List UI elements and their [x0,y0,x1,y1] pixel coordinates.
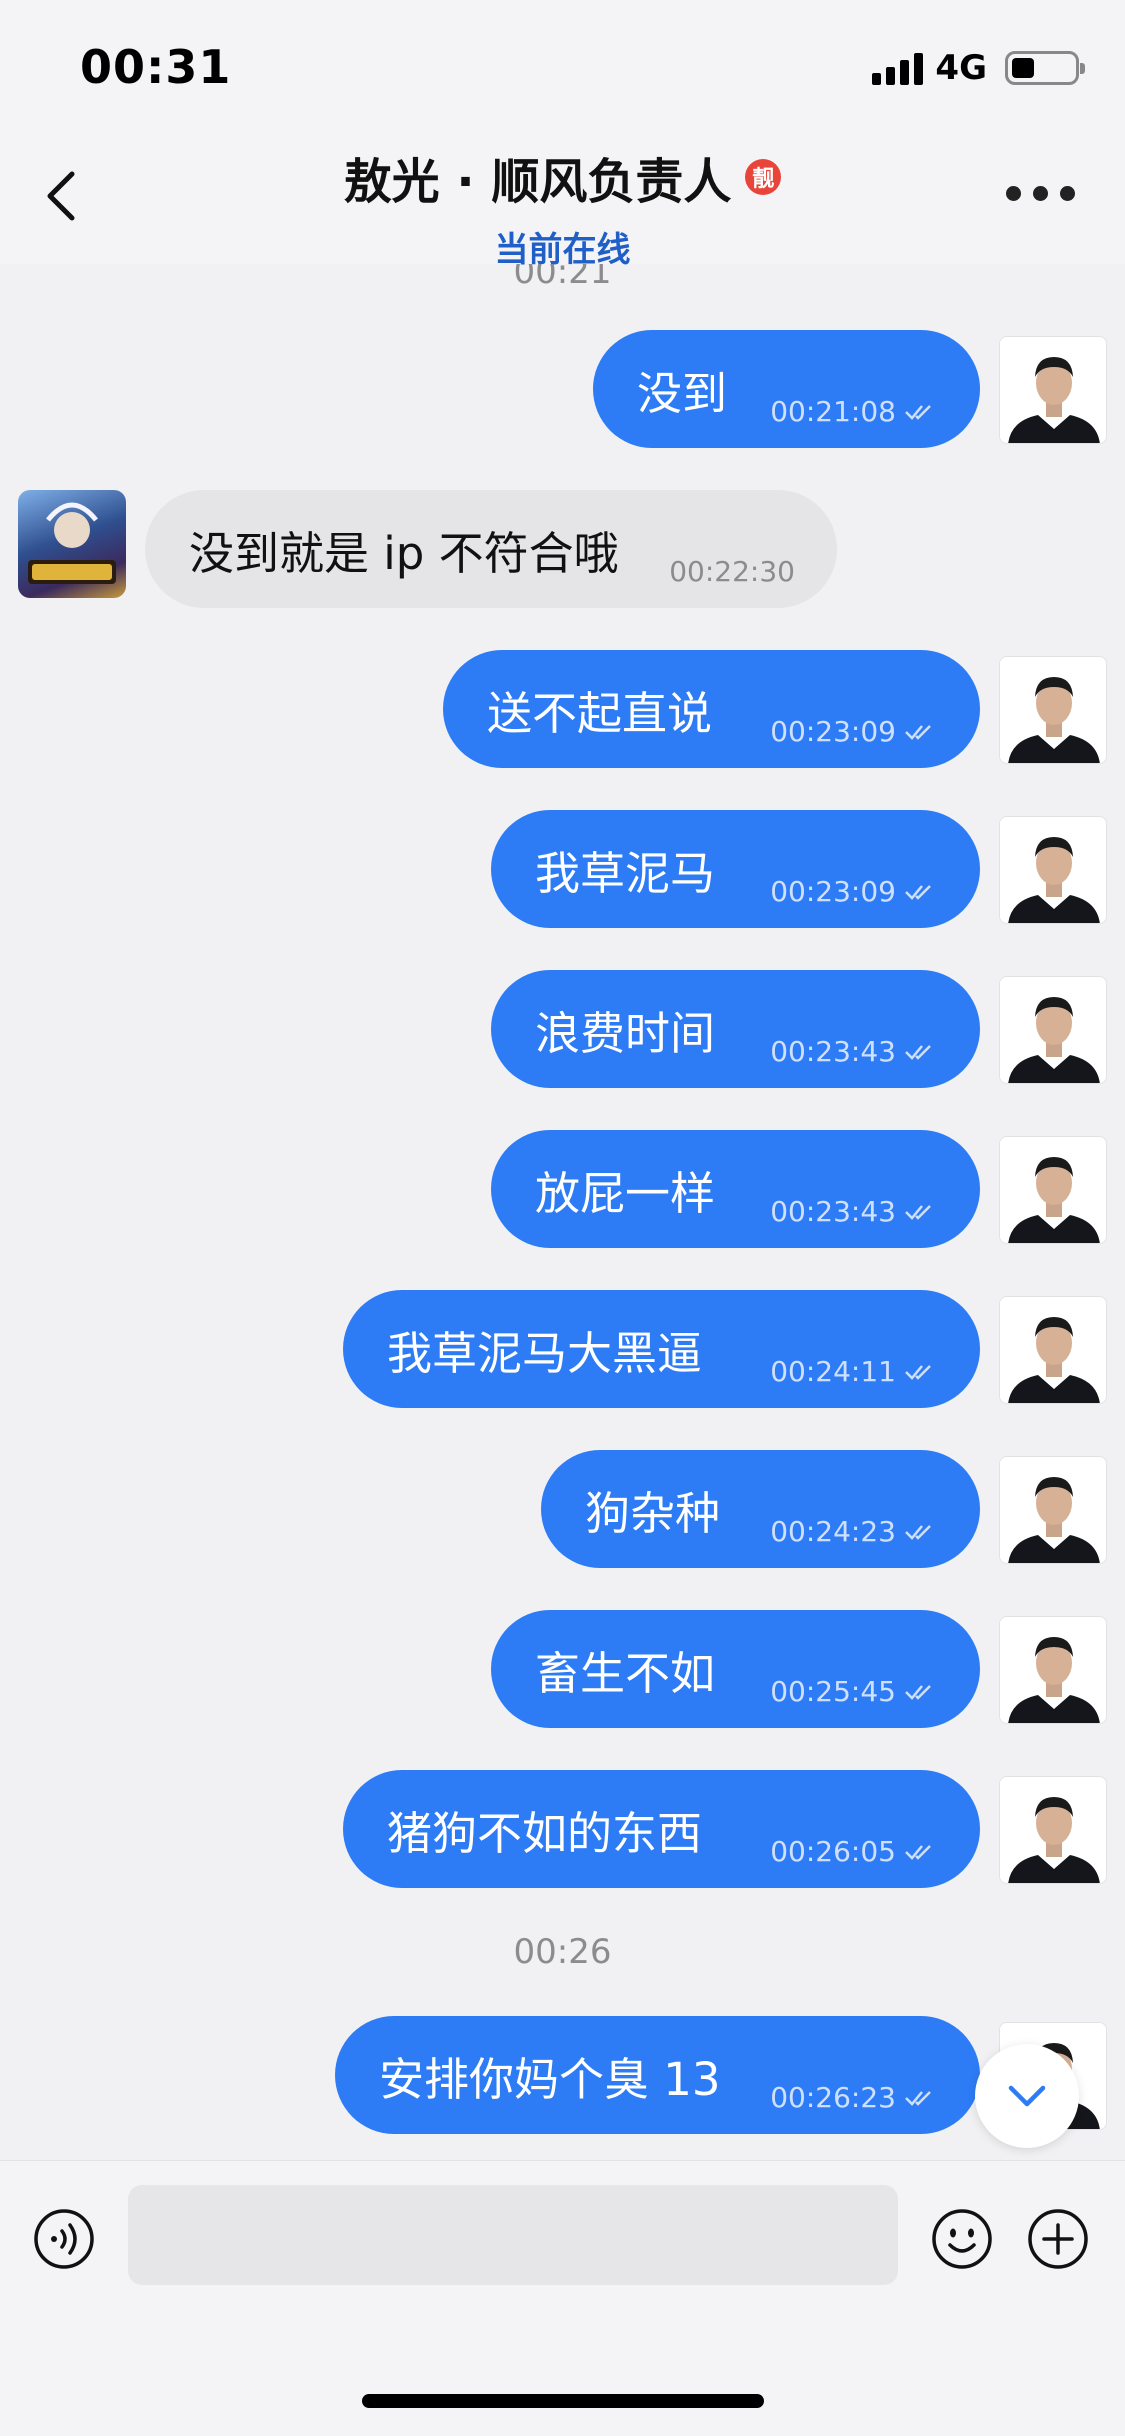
message-bubble-out[interactable]: 安排你妈个臭 13 00:26:23 [335,2016,980,2134]
message-time: 00:23:09 [770,875,896,908]
double-check-icon [905,724,931,740]
message-time: 00:23:09 [770,715,896,748]
double-check-icon [905,1044,931,1060]
double-check-icon [905,1524,931,1540]
message-text: 安排你妈个臭 13 [379,2052,721,2106]
message-time: 00:21:08 [770,395,896,428]
chevron-down-icon [1008,2085,1046,2107]
double-check-icon [905,1204,931,1220]
status-bar: 00:31 4G [0,0,1125,132]
message-input[interactable] [128,2185,898,2285]
title-block: 敖光 · 顺风负责人 靓 当前在线 [0,142,1125,271]
network-label: 4G [935,48,987,88]
voice-icon [34,2209,94,2269]
add-button[interactable] [1026,2207,1090,2271]
message-text: 没到就是 ip 不符合哦 [189,526,619,580]
emoji-icon [932,2209,992,2269]
message-bubble-in[interactable]: 没到就是 ip 不符合哦 00:22:30 [145,490,837,608]
voice-button[interactable] [32,2207,96,2271]
message-time: 00:26:05 [770,1835,896,1868]
avatar[interactable] [999,976,1107,1084]
message-bubble-out[interactable]: 没到 00:21:08 [593,330,980,448]
scroll-to-bottom-button[interactable] [975,2044,1079,2148]
message-text: 没到 [637,366,728,420]
chat-header: 敖光 · 顺风负责人 靓 当前在线 [0,132,1125,270]
avatar[interactable] [999,816,1107,924]
avatar[interactable] [999,656,1107,764]
timestamp-divider: 00:21 [513,264,612,292]
avatar[interactable] [999,1776,1107,1884]
vip-badge: 靓 [745,159,782,195]
double-check-icon [905,2090,931,2106]
chat-title: 敖光 · 顺风负责人 [343,154,732,210]
message-text: 我草泥马大黑逼 [387,1326,703,1380]
message-text: 放屁一样 [535,1166,716,1220]
message-bubble-out[interactable]: 猪狗不如的东西 00:26:05 [343,1770,980,1888]
double-check-icon [905,884,931,900]
avatar[interactable] [999,1456,1107,1564]
message-text: 猪狗不如的东西 [387,1806,703,1860]
message-text: 送不起直说 [487,686,713,740]
message-bubble-out[interactable]: 送不起直说 00:23:09 [443,650,980,768]
message-time: 00:26:23 [770,2081,896,2114]
message-bubble-out[interactable]: 放屁一样 00:23:43 [491,1130,980,1248]
message-text: 畜生不如 [535,1646,716,1700]
message-text: 我草泥马 [535,846,716,900]
status-indicators: 4G [872,48,1085,88]
message-bubble-out[interactable]: 畜生不如 00:25:45 [491,1610,980,1728]
status-time: 00:31 [80,40,232,94]
emoji-button[interactable] [930,2207,994,2271]
message-time: 00:25:45 [770,1675,896,1708]
message-bubble-out[interactable]: 浪费时间 00:23:43 [491,970,980,1088]
more-button[interactable] [1006,186,1075,201]
avatar[interactable] [999,336,1107,444]
message-text: 狗杂种 [585,1486,721,1540]
avatar[interactable] [999,1616,1107,1724]
avatar[interactable] [999,1136,1107,1244]
timestamp-divider: 00:26 [513,1932,612,1972]
message-bubble-out[interactable]: 我草泥马大黑逼 00:24:11 [343,1290,980,1408]
message-bubble-out[interactable]: 狗杂种 00:24:23 [541,1450,980,1568]
message-time: 00:22:30 [669,555,795,588]
battery-icon [1005,51,1085,85]
message-time: 00:24:11 [770,1355,896,1388]
signal-icon [872,51,924,85]
double-check-icon [905,1684,931,1700]
message-bubble-out[interactable]: 我草泥马 00:23:09 [491,810,980,928]
message-text: 浪费时间 [535,1006,716,1060]
contact-avatar[interactable] [18,490,126,598]
avatar[interactable] [999,1296,1107,1404]
home-indicator[interactable] [362,2394,764,2408]
message-time: 00:23:43 [770,1035,896,1068]
message-list[interactable]: 00:21 没到 00:21:08 没到就是 ip 不符合哦 00:22:30 … [0,264,1125,2160]
message-time: 00:24:23 [770,1515,896,1548]
double-check-icon [905,1844,931,1860]
double-check-icon [905,1364,931,1380]
message-time: 00:23:43 [770,1195,896,1228]
double-check-icon [905,404,931,420]
plus-icon [1028,2209,1088,2269]
ellipsis-icon [1006,186,1021,201]
